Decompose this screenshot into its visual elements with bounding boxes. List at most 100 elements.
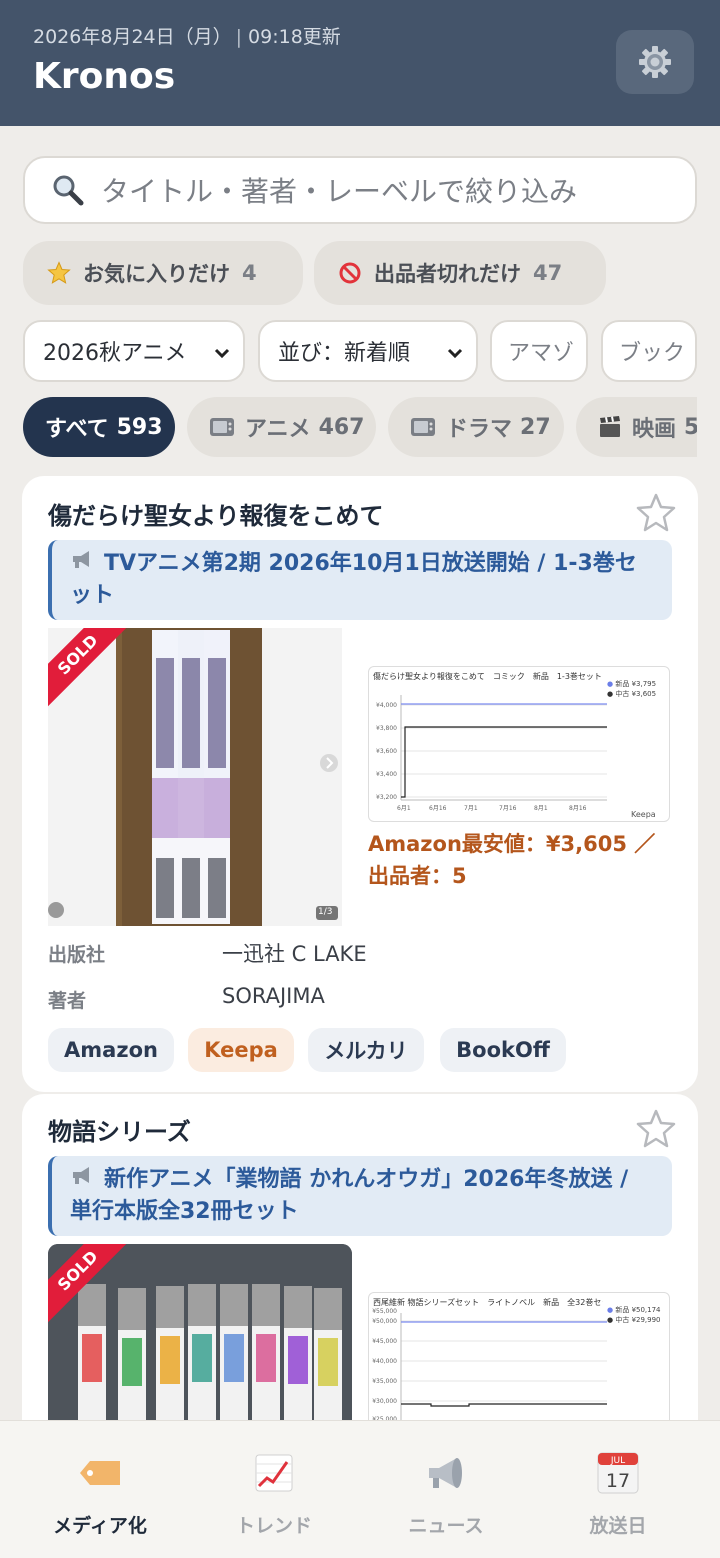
amazon-link[interactable]: Amazon — [48, 1028, 174, 1072]
chart-trend-icon — [252, 1451, 296, 1495]
x-tick: 6月16 — [429, 805, 447, 812]
filter-label: 出品者切れだけ — [374, 262, 521, 286]
gear-icon — [639, 46, 671, 78]
photo-counter: 1/3 — [318, 907, 333, 917]
sellers-out-filter[interactable]: 出品者切れだけ 47 — [314, 241, 606, 305]
chart-brand: Keepa — [631, 810, 656, 819]
price-history-chart[interactable]: 西尾維新 物語シリーズセット ライトノベル 新品 全32巻セット (講談社) ●… — [368, 1292, 670, 1424]
tab-count: 467 — [318, 414, 365, 440]
tab-movie[interactable]: 映画 5 — [576, 397, 697, 457]
bookoff-select-value: ブック — [619, 341, 686, 366]
favorite-button[interactable] — [636, 492, 676, 536]
tv-icon — [209, 415, 235, 439]
nav-broadcast-date[interactable]: JUL 17 放送日 — [528, 1421, 708, 1558]
used-price-line — [401, 726, 607, 798]
x-tick: 8月16 — [569, 805, 587, 812]
nav-trend[interactable]: トレンド — [184, 1421, 364, 1558]
star-icon — [47, 261, 71, 285]
tab-label: ドラマ — [446, 417, 513, 442]
star-outline-icon — [636, 493, 676, 532]
seller-count: 出品者：5 — [368, 864, 467, 888]
x-tick: 7月1 — [464, 805, 478, 812]
favorites-only-filter[interactable]: お気に入りだけ 4 — [23, 241, 303, 305]
price-plot: ¥55,000 ¥50,000 ¥45,000 ¥40,000 ¥35,000 … — [372, 1308, 607, 1423]
megaphone-icon — [70, 1164, 94, 1196]
used-price-line — [401, 1403, 607, 1407]
y-tick: ¥3,600 — [376, 748, 397, 755]
x-tick: 8月1 — [534, 805, 548, 812]
tab-count: 27 — [520, 414, 551, 440]
media-card: 物語シリーズ 新作アニメ「業物語 かれんオウガ」2026年冬放送 / 単行本版全… — [22, 1094, 698, 1424]
tab-label: すべて — [45, 417, 109, 442]
season-select[interactable]: 2026秋アニメ — [23, 320, 245, 382]
header-updated: 09:18更新 — [248, 26, 341, 48]
y-tick: ¥45,000 — [372, 1338, 397, 1345]
publisher-label: 出版社 — [48, 944, 106, 966]
tab-count: 593 — [116, 414, 163, 440]
publisher-value: 一迅社 C LAKE — [222, 942, 367, 966]
settings-button[interactable] — [616, 30, 694, 94]
tab-count: 5 — [684, 414, 697, 440]
y-tick: ¥55,000 — [372, 1308, 397, 1315]
tab-label: アニメ — [245, 417, 311, 442]
y-tick: ¥40,000 — [372, 1358, 397, 1365]
y-tick: ¥50,000 — [372, 1318, 397, 1325]
star-outline-icon — [636, 1109, 676, 1148]
chevron-down-icon — [447, 348, 463, 359]
app-title: Kronos — [33, 56, 176, 97]
season-select-value: 2026秋アニメ — [43, 341, 187, 366]
bookoff-link[interactable]: BookOff — [440, 1028, 566, 1072]
y-tick: ¥35,000 — [372, 1378, 397, 1385]
nav-label: 放送日 — [589, 1515, 647, 1537]
bottom-navigation: メディア化 トレンド ニュース JUL 17 放送日 — [0, 1420, 720, 1558]
app-header: 2026年8月24日（月） | 09:18更新 Kronos — [0, 0, 720, 126]
sort-select-value: 並び：新着順 — [278, 341, 411, 366]
card-title: 傷だらけ聖女より報復をこめて — [48, 502, 384, 530]
search-input[interactable]: タイトル・著者・レーベルで絞り込み — [23, 156, 697, 224]
filter-label: お気に入りだけ — [83, 262, 230, 286]
nav-news[interactable]: ニュース — [356, 1421, 536, 1558]
header-separator: | — [235, 26, 243, 48]
nav-label: メディア化 — [53, 1515, 147, 1537]
amazon-select-value: アマゾ — [508, 341, 575, 366]
note-text: 新作アニメ「業物語 かれんオウガ」2026年冬放送 / 単行本版全32冊セット — [70, 1167, 629, 1224]
favorite-button[interactable] — [636, 1108, 676, 1152]
price-info: Amazon最安値：¥3,605 ／ 出品者：5 — [368, 828, 655, 892]
amazon-select[interactable]: アマゾ — [490, 320, 588, 382]
tab-all[interactable]: すべて 593 — [23, 397, 175, 457]
search-placeholder: タイトル・著者・レーベルで絞り込み — [101, 175, 578, 208]
y-tick: ¥30,000 — [372, 1398, 397, 1405]
filter-count: 47 — [533, 261, 563, 285]
price-history-chart[interactable]: 傷だらけ聖女より報復をこめて コミック 新品 1-3巻セット (一迅社) ● 新… — [368, 666, 670, 822]
chevron-down-icon — [214, 348, 230, 359]
calendar-month: JUL — [610, 1456, 625, 1466]
filter-count: 4 — [242, 261, 257, 285]
tab-drama[interactable]: ドラマ 27 — [388, 397, 564, 457]
media-card: 傷だらけ聖女より報復をこめて TVアニメ第2期 2026年10月1日放送開始 /… — [22, 476, 698, 1092]
mercari-link[interactable]: メルカリ — [308, 1028, 424, 1072]
megaphone-icon — [70, 548, 94, 580]
y-tick: ¥3,200 — [376, 794, 397, 801]
keepa-link[interactable]: Keepa — [188, 1028, 294, 1072]
bookoff-select[interactable]: ブック — [601, 320, 697, 382]
calendar-icon: JUL 17 — [596, 1451, 640, 1495]
note-text: TVアニメ第2期 2026年10月1日放送開始 / 1-3巻セット — [70, 551, 637, 608]
product-photo[interactable]: SOLD 1/3 — [48, 628, 342, 926]
tab-anime[interactable]: アニメ 467 — [187, 397, 376, 457]
nav-media[interactable]: メディア化 — [10, 1421, 190, 1558]
clapper-icon — [598, 415, 622, 439]
calendar-day: 17 — [606, 1470, 630, 1492]
y-tick: ¥3,400 — [376, 771, 397, 778]
y-tick: ¥4,000 — [376, 702, 397, 709]
x-tick: 6月1 — [397, 805, 411, 812]
product-photo[interactable]: SOLD — [48, 1244, 352, 1424]
megaphone-icon — [424, 1451, 468, 1495]
book-spines-image — [48, 628, 342, 926]
tv-icon — [410, 415, 436, 439]
header-date: 2026年8月24日（月） — [33, 26, 232, 48]
tag-icon — [78, 1451, 122, 1495]
update-info: 2026年8月24日（月） | 09:18更新 — [33, 22, 341, 49]
media-note: 新作アニメ「業物語 かれんオウガ」2026年冬放送 / 単行本版全32冊セット — [48, 1156, 672, 1236]
sort-select[interactable]: 並び：新着順 — [258, 320, 478, 382]
author-label: 著者 — [48, 990, 87, 1012]
